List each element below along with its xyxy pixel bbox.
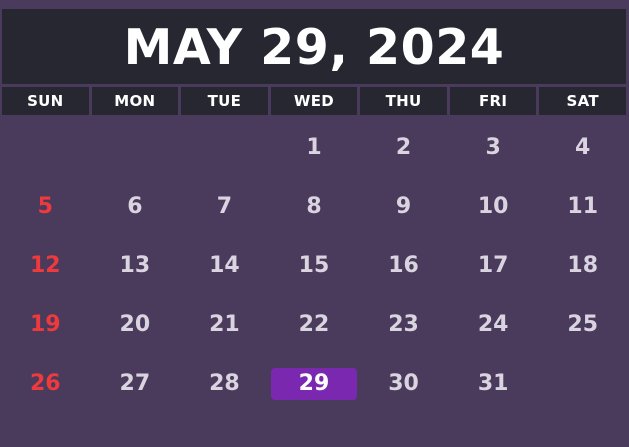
day-cell[interactable]: 28 [181, 354, 268, 413]
day-cell[interactable]: 16 [360, 236, 447, 295]
day-number: 3 [485, 135, 501, 160]
day-number: 10 [477, 194, 509, 219]
day-cell[interactable]: 6 [92, 177, 179, 236]
day-cell [92, 118, 179, 177]
day-number: 24 [477, 312, 509, 337]
day-cell [539, 354, 626, 413]
day-cell[interactable]: 4 [539, 118, 626, 177]
day-cell[interactable]: 15 [271, 236, 358, 295]
day-number: 2 [395, 135, 412, 160]
day-cell[interactable]: 22 [271, 295, 358, 354]
calendar-header: MAY 29, 2024 [2, 9, 626, 84]
day-number: 28 [209, 371, 240, 396]
day-cell[interactable]: 7 [181, 177, 268, 236]
day-cell[interactable]: 23 [360, 295, 447, 354]
day-cell[interactable]: 21 [181, 295, 268, 354]
day-number: 14 [209, 253, 240, 278]
day-cell[interactable]: 11 [539, 177, 626, 236]
weekday-row: SUN MON TUE WED THU FRI SAT [2, 87, 626, 115]
weekday-sat: SAT [539, 87, 626, 115]
day-number: 5 [37, 194, 53, 219]
day-number: 18 [567, 253, 599, 278]
selected-day-highlight: 29 [270, 367, 357, 400]
day-cell [2, 118, 89, 177]
day-cell[interactable]: 13 [92, 236, 179, 295]
day-number: 30 [388, 371, 419, 396]
day-number: 17 [477, 253, 509, 278]
day-cell[interactable]: 20 [92, 295, 179, 354]
day-number: 7 [216, 194, 233, 219]
day-cell[interactable]: 14 [181, 236, 268, 295]
day-cell[interactable]: 26 [2, 354, 89, 413]
day-cell[interactable]: 2 [360, 118, 447, 177]
day-cell[interactable]: 12 [2, 236, 89, 295]
day-number: 12 [29, 253, 61, 278]
day-cell[interactable]: 18 [539, 236, 626, 295]
day-cell[interactable]: 8 [271, 177, 358, 236]
day-number: 9 [395, 194, 412, 219]
day-cell[interactable]: 10 [450, 177, 537, 236]
day-number: 15 [298, 253, 330, 278]
weekday-wed: WED [270, 87, 358, 115]
day-number: 6 [127, 194, 143, 219]
day-cell[interactable]: 1 [271, 118, 358, 177]
day-cell[interactable]: 30 [360, 354, 447, 413]
day-number: 23 [388, 312, 419, 337]
day-number: 4 [575, 135, 591, 160]
day-number: 27 [119, 371, 151, 396]
day-cell[interactable]: 25 [539, 295, 626, 354]
day-number: 26 [29, 371, 61, 396]
weekday-mon: MON [91, 87, 179, 115]
day-cell[interactable]: 31 [450, 354, 537, 413]
weekday-sun: SUN [2, 87, 89, 115]
day-cell[interactable]: 19 [2, 295, 89, 354]
day-cell[interactable]: 9 [360, 177, 447, 236]
day-grid: 1 2 3 4 5 6 7 8 9 10 11 12 13 14 15 16 1… [2, 118, 626, 418]
day-cell[interactable]: 5 [2, 177, 89, 236]
day-cell[interactable]: 27 [92, 354, 179, 413]
weekday-thu: THU [360, 87, 447, 115]
day-number: 21 [209, 312, 240, 337]
weekday-fri: FRI [449, 87, 537, 115]
day-cell[interactable]: 3 [450, 118, 537, 177]
weekday-tue: TUE [181, 87, 268, 115]
day-number: 8 [306, 194, 322, 219]
day-number: 31 [477, 371, 509, 396]
day-cell [181, 118, 268, 177]
day-number: 19 [29, 312, 61, 337]
day-number: 25 [567, 312, 599, 337]
day-number: 22 [298, 312, 330, 337]
day-number: 11 [567, 194, 599, 219]
day-number: 1 [306, 135, 322, 160]
day-cell-selected[interactable]: 29 [270, 354, 358, 413]
calendar-title: MAY 29, 2024 [123, 19, 505, 76]
day-number: 13 [119, 253, 151, 278]
day-cell[interactable]: 24 [450, 295, 537, 354]
day-number: 16 [388, 253, 419, 278]
day-cell[interactable]: 17 [450, 236, 537, 295]
day-number: 20 [119, 312, 151, 337]
